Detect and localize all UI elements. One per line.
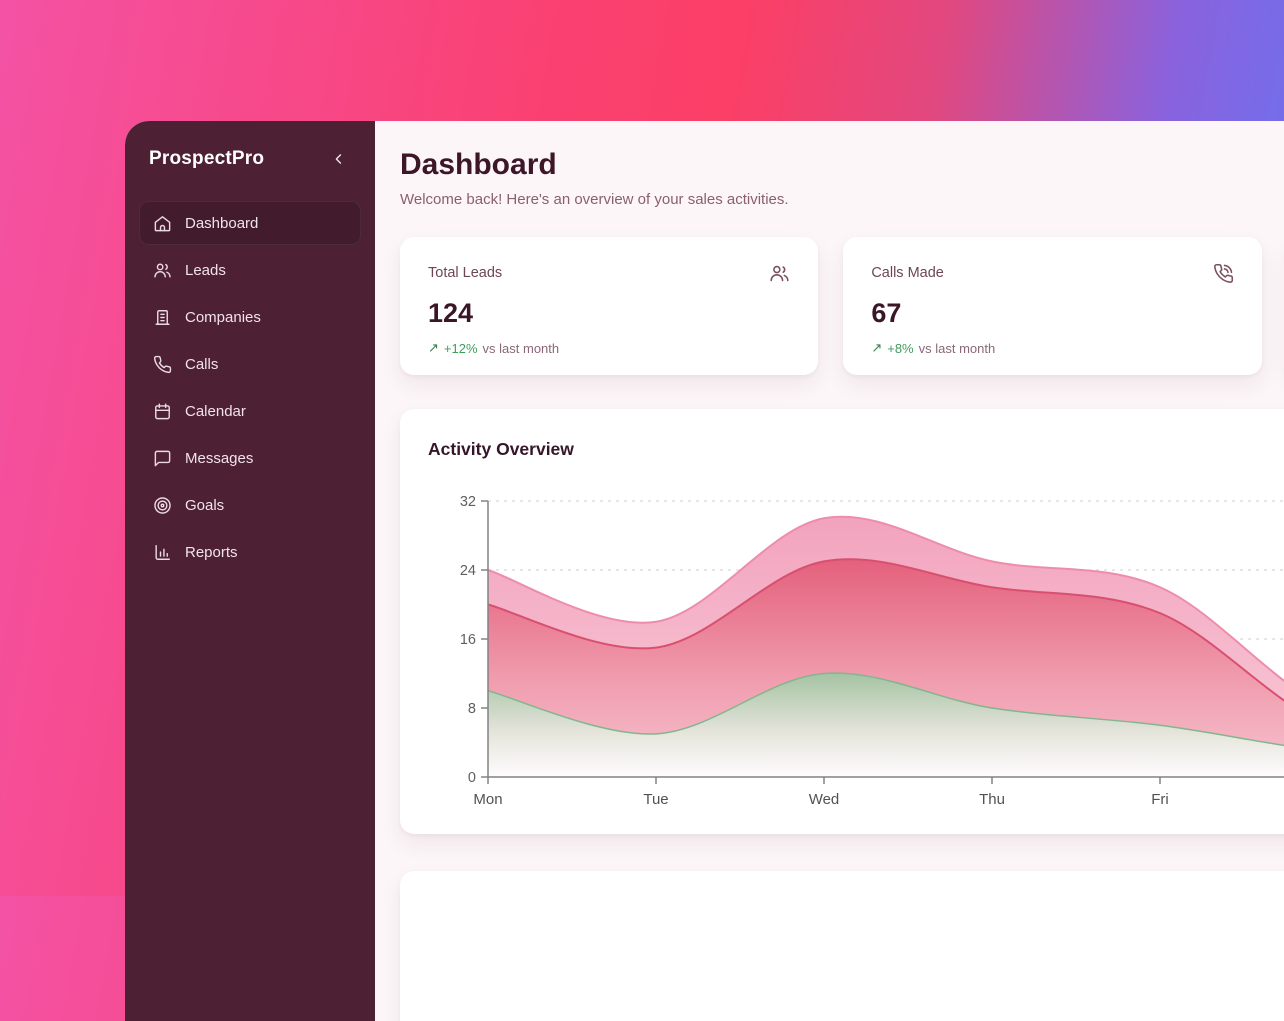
trend-value: +12% [444, 341, 478, 356]
trend-label: vs last month [483, 341, 560, 356]
sidebar-item-label: Goals [185, 497, 224, 514]
stat-card-trend: ↗ +12% vs last month [428, 340, 790, 356]
home-icon [152, 213, 172, 233]
sidebar-item-calendar[interactable]: Calendar [139, 389, 361, 433]
sidebar-item-dashboard[interactable]: Dashboard [139, 201, 361, 245]
sidebar-item-calls[interactable]: Calls [139, 342, 361, 386]
page-title: Dashboard [400, 147, 1284, 183]
sidebar-item-label: Leads [185, 262, 226, 279]
sidebar-item-leads[interactable]: Leads [139, 248, 361, 292]
chevron-left-icon [332, 152, 346, 166]
sidebar-item-label: Companies [185, 309, 261, 326]
phone-icon [152, 354, 172, 374]
svg-text:Fri: Fri [1151, 791, 1169, 808]
sidebar-item-messages[interactable]: Messages [139, 436, 361, 480]
stat-cards-row: Total Leads 124 ↗ +12% vs last month C [400, 237, 1284, 375]
stat-card-value: 124 [428, 298, 790, 329]
svg-text:32: 32 [460, 494, 476, 510]
svg-text:Tue: Tue [643, 791, 668, 808]
sidebar-item-label: Messages [185, 450, 253, 467]
svg-text:Wed: Wed [809, 791, 840, 808]
stat-card-calls-made: Calls Made 67 ↗ +8% vs last month [843, 237, 1261, 375]
stat-card-trend: ↗ +8% vs last month [871, 340, 1233, 356]
stat-card-total-leads: Total Leads 124 ↗ +12% vs last month [400, 237, 818, 375]
desktop-background: { "app": { "brand": "ProspectPro" }, "si… [0, 0, 1284, 896]
sidebar-item-companies[interactable]: Companies [139, 295, 361, 339]
svg-text:16: 16 [460, 632, 476, 648]
sidebar: ProspectPro Dashboard Leads [125, 121, 375, 1021]
app-window: ProspectPro Dashboard Leads [125, 121, 1284, 1021]
phone-call-icon [1213, 263, 1234, 289]
stat-card-value: 67 [871, 298, 1233, 329]
chart-title: Activity Overview [428, 439, 1284, 460]
stat-card-title: Total Leads [428, 263, 502, 281]
sidebar-item-label: Calls [185, 356, 218, 373]
svg-text:8: 8 [468, 701, 476, 717]
trend-value: +8% [887, 341, 913, 356]
building-icon [152, 307, 172, 327]
sidebar-header: ProspectPro [139, 147, 361, 171]
sidebar-item-label: Reports [185, 544, 238, 561]
chart-area: 08162432MonTueWedThuFriSatSun [428, 490, 1284, 815]
sidebar-collapse-button[interactable] [327, 147, 351, 171]
activity-overview-card: Activity Overview 0 8 16 24 32 Mon Tue Wed Thu Fr… [400, 409, 1284, 834]
svg-text:Thu: Thu [979, 791, 1005, 808]
svg-text:0: 0 [468, 770, 476, 786]
page-subtitle: Welcome back! Here's an overview of your… [400, 189, 1284, 210]
users-icon [152, 260, 172, 280]
svg-text:24: 24 [460, 563, 476, 579]
stat-card-title: Calls Made [871, 263, 944, 281]
svg-text:Mon: Mon [473, 791, 502, 808]
sidebar-item-goals[interactable]: Goals [139, 483, 361, 527]
sidebar-nav: Dashboard Leads Companies Calls [139, 201, 361, 574]
bottom-card-clipped [400, 871, 1284, 1021]
trend-up-arrow-icon: ↗ [428, 340, 439, 356]
sidebar-item-reports[interactable]: Reports [139, 530, 361, 574]
activity-area-chart: 08162432MonTueWedThuFriSatSun [428, 490, 1284, 810]
users-icon [769, 263, 790, 289]
bar-chart-icon [152, 542, 172, 562]
sidebar-item-label: Calendar [185, 403, 246, 420]
trend-up-arrow-icon: ↗ [871, 340, 882, 356]
sidebar-item-label: Dashboard [185, 215, 258, 232]
brand-logo: ProspectPro [149, 148, 264, 170]
main-content: Dashboard Welcome back! Here's an overvi… [375, 121, 1284, 1021]
target-icon [152, 495, 172, 515]
trend-label: vs last month [919, 341, 996, 356]
calendar-icon [152, 401, 172, 421]
message-icon [152, 448, 172, 468]
